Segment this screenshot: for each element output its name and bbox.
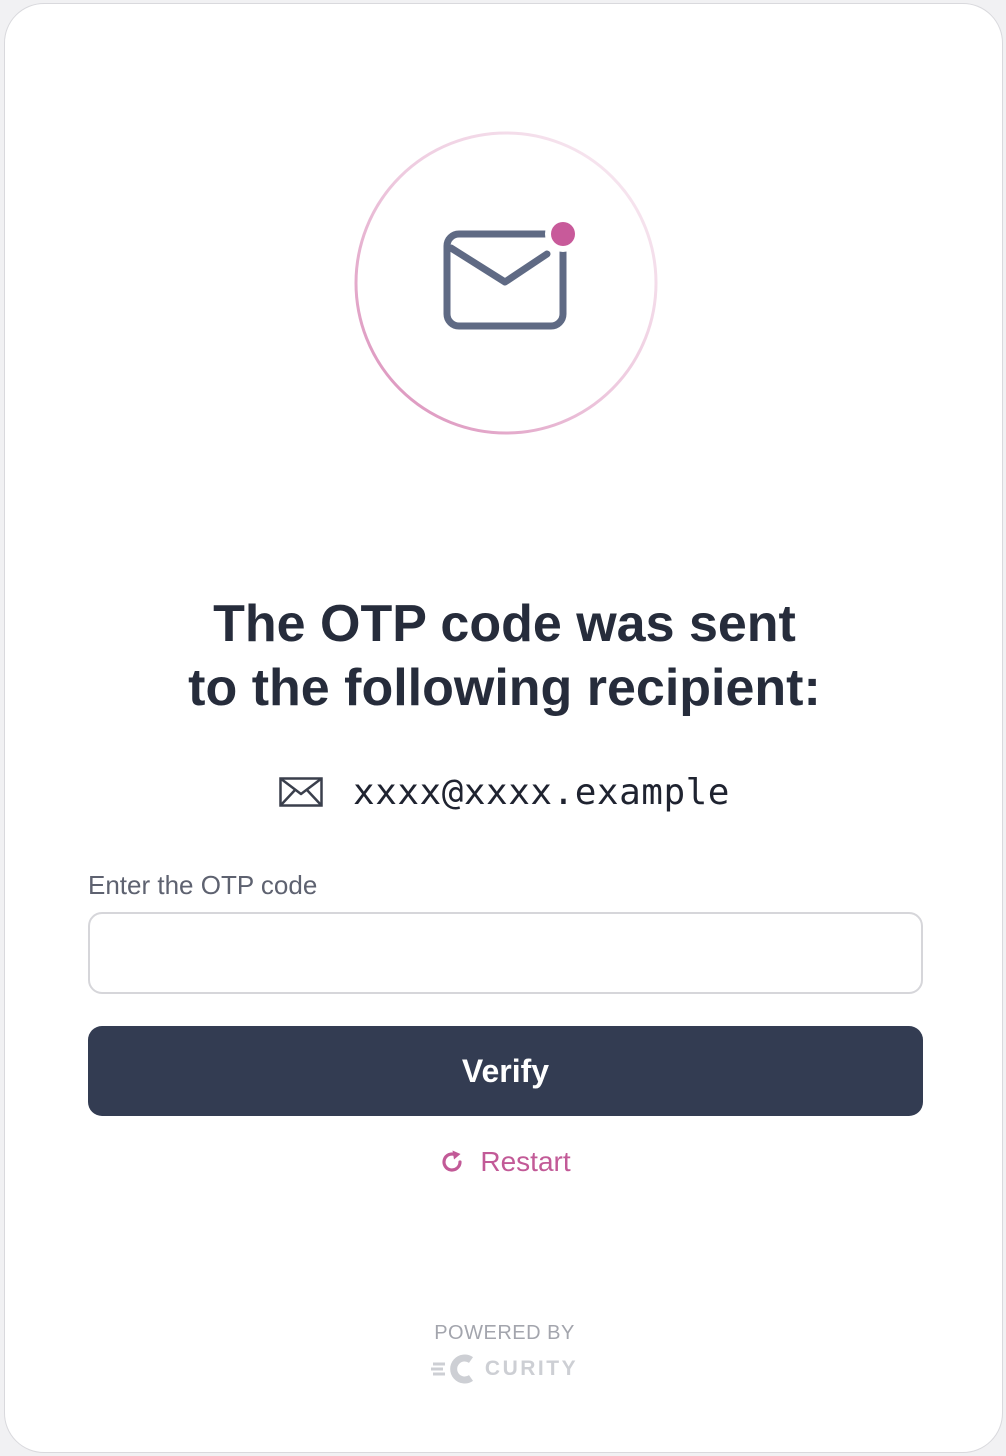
restart-label: Restart xyxy=(480,1146,571,1177)
curity-logo-icon xyxy=(430,1354,473,1384)
restart-link[interactable]: Restart xyxy=(5,1142,1004,1182)
hero-illustration xyxy=(353,130,659,436)
restart-icon xyxy=(442,1150,462,1172)
page-title: The OTP code was sent to the following r… xyxy=(5,592,1004,720)
otp-field-label: Enter the OTP code xyxy=(88,870,318,900)
brand-footer: CURITY xyxy=(5,1352,1004,1386)
verify-button[interactable]: Verify xyxy=(88,1026,923,1116)
page-title-line-2: to the following recipient: xyxy=(188,659,821,717)
powered-by-text: POWERED BY xyxy=(434,1322,575,1344)
recipient-row: xxxx@xxxx.example xyxy=(5,764,1004,820)
recipient-address: xxxx@xxxx.example xyxy=(353,771,730,813)
page-title-line-1: The OTP code was sent xyxy=(213,595,796,653)
otp-input[interactable] xyxy=(88,912,923,994)
envelope-icon xyxy=(279,777,323,807)
envelope-notification-icon xyxy=(354,131,658,435)
login-card: The OTP code was sent to the following r… xyxy=(4,3,1003,1453)
brand-name: CURITY xyxy=(484,1357,579,1380)
